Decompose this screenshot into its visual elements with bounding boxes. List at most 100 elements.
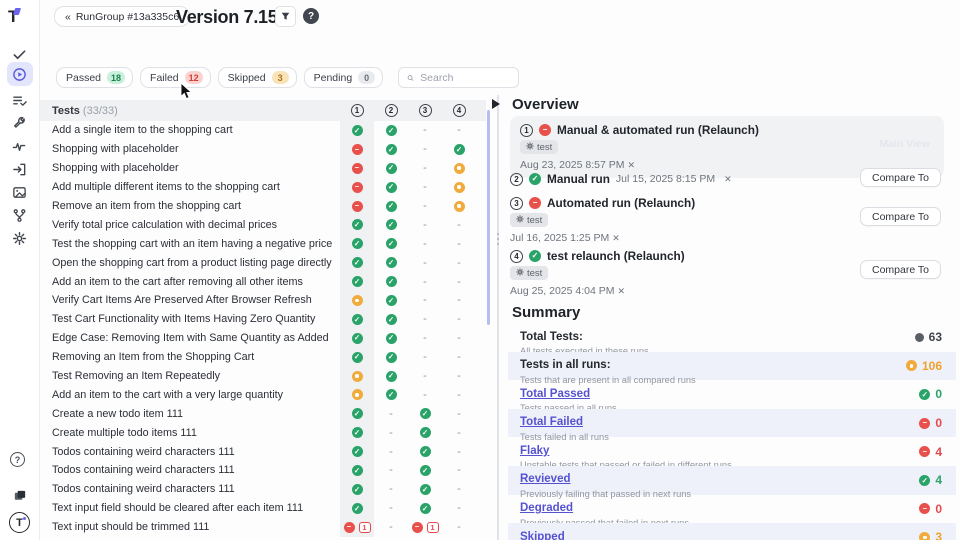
no-result-dash: - [457,219,461,231]
table-row[interactable]: Add an item to the cart after removing a… [40,272,486,291]
run-item-3[interactable]: 3−Automated run (Relaunch)testJul 16, 20… [510,196,944,244]
test-name: Test Cart Functionality with Items Havin… [40,313,340,325]
filter-chip-failed[interactable]: Failed12 [140,67,211,88]
passed-status-icon: ✓ [352,446,363,457]
table-row[interactable]: Todos containing weird characters 111✓-✓… [40,461,486,480]
collapse-panel-icon[interactable] [492,99,500,109]
search-input[interactable] [420,72,510,84]
summary-row[interactable]: Total PassedTests passed in all runs✓0 [508,380,956,409]
table-row[interactable]: Test the shopping cart with an item havi… [40,234,486,253]
help-circle-icon[interactable]: ? [303,8,319,24]
summary-link[interactable]: Degraded [520,502,573,514]
help-icon[interactable]: ? [10,452,25,467]
summary-link[interactable]: Total Passed [520,388,590,400]
filter-button[interactable] [275,6,296,27]
search-box[interactable] [398,67,519,88]
status-cell: - [408,215,442,234]
activity-icon[interactable] [7,134,33,158]
comment-badge[interactable]: 1 [359,522,371,533]
run-title: Manual & automated run (Relaunch) [557,123,759,137]
image-icon[interactable] [7,180,33,204]
table-row[interactable]: Add an item to the cart with a very larg… [40,385,486,404]
summary-row[interactable]: Total FailedTests failed in all runs−0 [508,409,956,438]
summary-link[interactable]: Revieved [520,473,571,485]
run-title: Manual run [547,172,610,186]
test-name: Verify total price calculation with deci… [40,219,340,231]
table-row[interactable]: Add multiple different items to the shop… [40,178,486,197]
app-logo[interactable]: T [8,7,18,27]
table-row[interactable]: Todos containing weird characters 111✓-✓… [40,442,486,461]
run-status-icon: − [529,197,541,209]
compare-to-button[interactable]: Compare To [860,260,941,279]
table-row[interactable]: Verify total price calculation with deci… [40,215,486,234]
summary-link[interactable]: Flaky [520,445,549,457]
status-cell: ✓ [374,159,408,178]
run-number-circle: 2 [510,173,523,186]
remove-run-icon[interactable]: ✕ [612,233,620,244]
user-avatar[interactable]: T [9,512,30,533]
table-row[interactable]: Verify Cart Items Are Preserved After Br… [40,291,486,310]
table-row[interactable]: Create multiple todo items 111✓-✓- [40,423,486,442]
table-row[interactable]: Removing an Item from the Shopping Cart✓… [40,348,486,367]
summary-row[interactable]: DegradedPreviously passed that failed in… [508,495,956,524]
filter-chip-skipped[interactable]: Skipped3 [218,67,297,88]
summary-link[interactable]: Skipped [520,531,565,540]
tests-header-title: Tests(33/33) [40,105,340,117]
summary-row[interactable]: Skipped3 [508,523,956,540]
status-cell: - [442,215,476,234]
import-icon[interactable] [7,157,33,181]
compare-to-button[interactable]: Compare To [860,168,941,187]
run-title-line: 1−Manual & automated run (Relaunch) [520,123,934,137]
table-row[interactable]: Todos containing weird characters 111✓-✓… [40,480,486,499]
test-name: Verify Cart Items Are Preserved After Br… [40,294,340,306]
status-cell: - [442,499,476,518]
table-row[interactable]: Open the shopping cart from a product li… [40,253,486,272]
summary-row[interactable]: RevievedPreviously failing that passed i… [508,466,956,495]
run-title: Automated run (Relaunch) [547,196,695,210]
status-cell: - [374,518,408,537]
run-item-2[interactable]: 2✓Manual runJul 15, 2025 8:15 PM✕Compare… [510,172,944,186]
tests-table-header: Tests(33/33) 1234 [40,100,486,121]
no-result-dash: - [423,143,427,155]
table-row[interactable]: Add a single item to the shopping cart✓✓… [40,121,486,140]
passed-status-icon: ✓ [352,352,363,363]
branch-icon[interactable] [7,203,33,227]
passed-status-icon: ✓ [352,276,363,287]
comment-badge[interactable]: 1 [427,522,439,533]
settings-gear-icon[interactable] [7,226,33,250]
compare-to-button[interactable]: Compare To [860,207,941,226]
status-cell: - [374,404,408,423]
wrench-icon[interactable] [7,111,33,135]
passed-status-icon: ✓ [386,371,397,382]
panel-divider[interactable] [497,95,499,540]
table-row[interactable]: Text input should be trimmed 111−1-−1- [40,518,486,537]
summary-row[interactable]: FlakyUnstable tests that passed or faile… [508,437,956,466]
remove-run-icon[interactable]: ✕ [628,160,636,171]
table-row[interactable]: Test Cart Functionality with Items Havin… [40,310,486,329]
run-item-4[interactable]: 4✓test relaunch (Relaunch)testAug 25, 20… [510,249,944,297]
table-row[interactable]: Edge Case: Removing Item with Same Quant… [40,329,486,348]
scrollbar-thumb[interactable] [487,110,490,325]
status-cell: - [408,121,442,140]
summary-link[interactable]: Total Failed [520,416,583,428]
status-cell: ✓ [340,461,374,480]
remove-run-icon[interactable]: ✕ [618,286,626,297]
run-status-icon: ✓ [529,250,541,262]
table-row[interactable]: Create a new todo item 111✓-✓- [40,404,486,423]
rungroup-back-button[interactable]: « RunGroup #13a335c6 [54,6,190,27]
library-icon[interactable] [7,483,33,507]
filter-chip-passed[interactable]: Passed18 [56,67,133,88]
table-row[interactable]: Shopping with placeholder−✓- [40,159,486,178]
divider-grip[interactable] [496,233,499,253]
table-row[interactable]: Test Removing an Item Repeatedly✓-- [40,367,486,386]
table-row[interactable]: Shopping with placeholder−✓-✓ [40,140,486,159]
status-cell: - [442,234,476,253]
status-cell: - [408,348,442,367]
no-result-dash: - [423,162,427,174]
table-row[interactable]: Text input field should be cleared after… [40,499,486,518]
runs-icon[interactable] [7,62,33,86]
remove-run-icon[interactable]: ✕ [724,174,732,185]
filter-chip-pending[interactable]: Pending0 [304,67,384,88]
test-list-icon[interactable] [7,88,33,112]
table-row[interactable]: Remove an item from the shopping cart−✓- [40,197,486,216]
